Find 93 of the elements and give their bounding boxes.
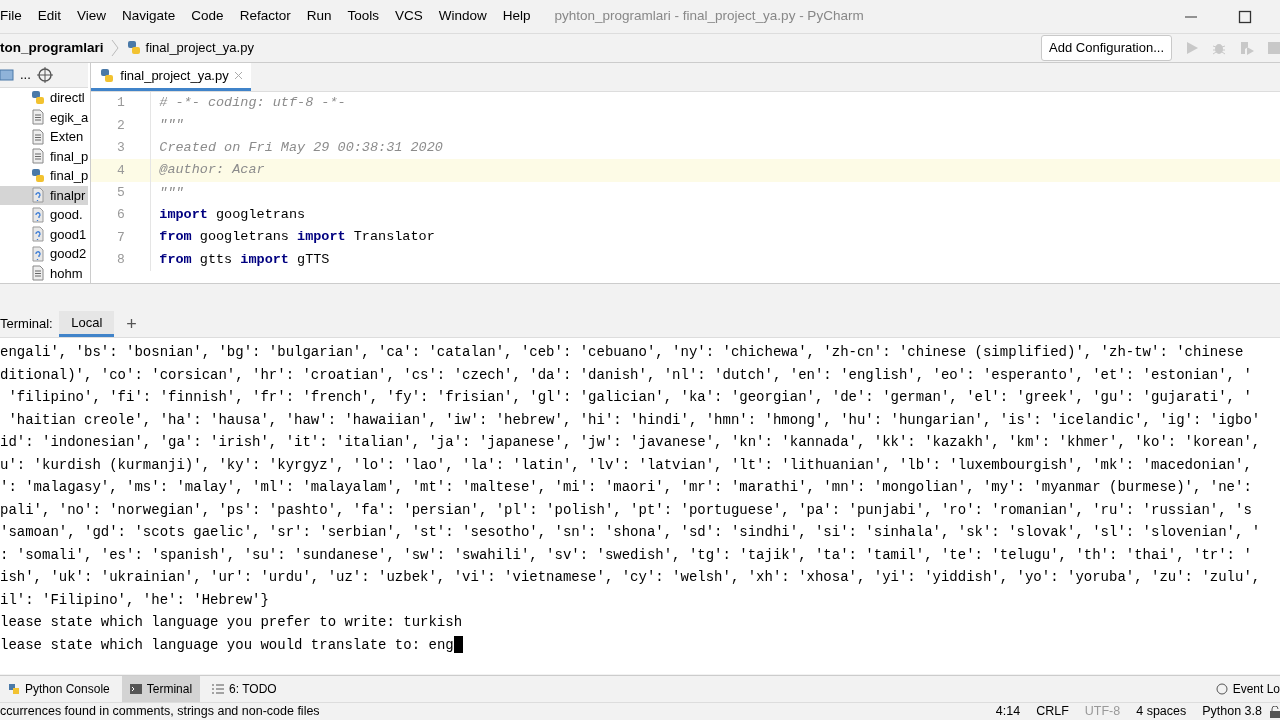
menu-item[interactable]: Window: [430, 6, 495, 27]
terminal-label: Terminal:: [0, 315, 53, 334]
menu-item[interactable]: File: [0, 6, 30, 27]
menu-item[interactable]: Help: [494, 6, 539, 27]
project-file-item[interactable]: egik_a: [0, 107, 89, 127]
text-file-icon: [30, 128, 46, 145]
terminal-output-line: engali', 'bs': 'bosnian', 'bg': 'bulgarian', 'ca': 'catalan', 'ceb': 'cebuano', 'ny': 'chichewa', 'zh-cn': 'chinese (simplified)', 'zh-tw': 'chinese: [0, 343, 1245, 362]
project-file-item[interactable]: finalpr: [0, 185, 89, 205]
status-message: ccurrences found in comments, strings and non-code files: [0, 703, 320, 720]
terminal-output-line: 'haitian creole', 'ha': 'hausa', 'haw': 'hawaiian', 'iw': 'hebrew', 'hi': 'hindi', 'hmn': 'hmong', 'hu': 'hungarian', 'is': 'icelandic', 'ig': 'igbo': [7, 410, 1262, 430]
python-file-icon: [125, 40, 142, 56]
coverage-icon[interactable]: [1239, 41, 1255, 55]
project-view-dropdown[interactable]: ...: [20, 65, 31, 85]
unknown-file-icon: [30, 226, 46, 243]
tool-window-button[interactable]: 6: TODO: [204, 676, 285, 702]
code-line: Created on Fri May 29 00:38:31 2020: [158, 138, 444, 157]
speech-bubble-icon: [1215, 683, 1228, 695]
project-file-item[interactable]: final_p: [0, 146, 89, 166]
terminal-input[interactable]: eng: [428, 636, 454, 653]
maximize-icon[interactable]: [1238, 9, 1252, 24]
menu-item[interactable]: Code: [183, 6, 232, 27]
project-file-item[interactable]: directl: [0, 88, 89, 108]
line-number: 6: [91, 203, 152, 227]
terminal-output-line: u': 'kurdish (kurmanji)', 'ky': 'kyrgyz', 'lo': 'lao', 'la': 'latin', 'lv': 'latvian', 'lt': 'lithuanian', 'lb': 'luxembourgish', 'mk': 'macedonian',: [0, 455, 1253, 475]
menu-item[interactable]: Edit: [29, 6, 70, 27]
status-item[interactable]: 4:14: [995, 702, 1021, 720]
text-file-icon: [30, 265, 46, 282]
tool-window-button[interactable]: Python Console: [0, 676, 118, 702]
code-line: import googletrans: [158, 206, 307, 224]
event-log-button[interactable]: Event Lo: [1207, 676, 1280, 702]
project-file-item[interactable]: good.: [0, 205, 89, 225]
line-number: 8: [91, 248, 152, 272]
terminal-output-line: ish', 'uk': 'ukrainian', 'ur': 'urdu', 'uz': 'uzbek', 'vi': 'vietnamese', 'cy': 'welsh', 'xh': 'xhosa', 'yi': 'yiddish', 'yo': 'yoruba', 'zu': 'zulu',: [0, 568, 1262, 587]
project-file-item[interactable]: hohm: [0, 263, 89, 283]
terminal-icon: [129, 683, 142, 695]
python-file-icon: [30, 89, 46, 106]
terminal-output-line: ditional)', 'co': 'corsican', 'hr': 'croatian', 'cs': 'czech', 'da': 'danish', 'nl': 'dutch', 'en': 'english', 'eo': 'esperanto', 'et': 'estonian', ': [0, 365, 1253, 385]
text-cursor: [453, 636, 463, 654]
terminal-output-line: : 'somali', 'es': 'spanish', 'su': 'sundanese', 'sw': 'swahili', 'sv': 'swedish', 'tg': 'tajik', 'ta': 'tamil', 'te': 'telugu', 'th': 'thai', 'tr': ': [0, 545, 1253, 565]
line-number: 7: [91, 226, 152, 249]
terminal-output-line: ': 'malagasy', 'ms': 'malay', 'ml': 'malayalam', 'mt': 'maltese', 'mi': 'maori', 'mr': 'marathi', 'mn': 'mongolian', 'my': 'myanmar (burmese)', 'ne':: [0, 478, 1253, 497]
text-file-icon: [30, 148, 46, 165]
run-icon[interactable]: [1185, 41, 1199, 55]
terminal-output-line: il': 'Filipino', 'he': 'Hebrew'}: [0, 590, 270, 610]
project-file-item[interactable]: good1: [0, 224, 89, 244]
terminal-output-line: 'samoan', 'gd': 'scots gaelic', 'sr': 'serbian', 'st': 'sesotho', 'sn': 'shona', 'sd': 'sindhi', 'si': 'sinhala', 'sk': 'slovak', 'sl': 'slovenian', ': [0, 523, 1262, 542]
unknown-file-icon: [30, 206, 46, 223]
breadcrumb-file[interactable]: final_project_ya.py: [145, 38, 254, 58]
menu-item[interactable]: Run: [298, 6, 340, 27]
line-number: 5: [91, 181, 152, 204]
project-file-item[interactable]: good2: [0, 244, 89, 264]
debug-bug-icon[interactable]: [1212, 41, 1226, 55]
breadcrumb-project[interactable]: ton_programlari: [0, 37, 104, 59]
project-file-item[interactable]: final_p: [0, 166, 89, 186]
chevron-icon: [109, 38, 120, 58]
code-line: """: [158, 183, 185, 202]
crosshair-icon[interactable]: [36, 67, 53, 83]
panel-icon[interactable]: [0, 69, 14, 81]
terminal-output-line: 'filipino', 'fi': 'finnish', 'fr': 'french', 'fy': 'frisian', 'gl': 'galician', 'ka': 'georgian', 'de': 'german', 'el': 'greek', 'gu': 'gujarati', ': [7, 388, 1253, 407]
code-line: from gtts import gTTS: [158, 250, 331, 269]
menu-item[interactable]: Refactor: [231, 6, 299, 27]
menu-item[interactable]: Tools: [339, 6, 387, 27]
menu-item[interactable]: Navigate: [114, 6, 184, 27]
line-number: 2: [91, 114, 152, 137]
terminal-tab[interactable]: Local: [59, 311, 115, 337]
menu-item[interactable]: VCS: [386, 6, 431, 27]
terminal-output-line: lease state which language you prefer to write: turkish: [0, 613, 464, 632]
text-file-icon: [30, 109, 46, 126]
terminal-output-line: id': 'indonesian', 'ga': 'irish', 'it': 'italian', 'ja': 'japanese', 'jw': 'javanese', 'kn': 'kannada', 'kk': 'kazakh', 'km': 'khmer', 'ko': 'korean',: [0, 433, 1262, 452]
editor-tab[interactable]: final_project_ya.py: [91, 63, 251, 91]
unknown-file-icon: [30, 245, 46, 262]
add-tab-button[interactable]: +: [114, 311, 149, 337]
window-title: pyhton_programlari - final_project_ya.py - PyCharm: [554, 7, 864, 26]
code-line: # -*- coding: utf-8 -*-: [158, 94, 347, 113]
close-icon[interactable]: [233, 71, 243, 80]
line-number: 1: [91, 92, 152, 115]
python-file-icon: [30, 167, 46, 184]
todo-icon: [212, 683, 225, 695]
lock-icon[interactable]: [1270, 705, 1280, 718]
status-item[interactable]: Python 3.8: [1202, 702, 1262, 720]
unknown-file-icon: [30, 187, 46, 204]
tool-window-button[interactable]: Terminal: [121, 676, 201, 702]
console-icon: [8, 683, 20, 695]
add-configuration-button[interactable]: Add Configuration...: [1041, 35, 1172, 61]
status-item[interactable]: CRLF: [1036, 702, 1069, 720]
status-item[interactable]: 4 spaces: [1136, 702, 1187, 720]
python-file-icon: [99, 67, 116, 84]
menu-item[interactable]: View: [69, 6, 115, 27]
code-line: from googletrans import Translator: [158, 228, 436, 247]
code-line: """: [158, 116, 185, 135]
terminal-output-line: pali', 'no': 'norwegian', 'ps': 'pashto', 'fa': 'persian', 'pl': 'polish', 'pt': 'portuguese', 'pa': 'punjabi', 'ro': 'romanian', 'ru': 'russian', 's: [0, 500, 1253, 520]
project-file-item[interactable]: Exten: [0, 127, 89, 147]
terminal-prompt: lease state which language you would translate to:: [0, 636, 422, 653]
